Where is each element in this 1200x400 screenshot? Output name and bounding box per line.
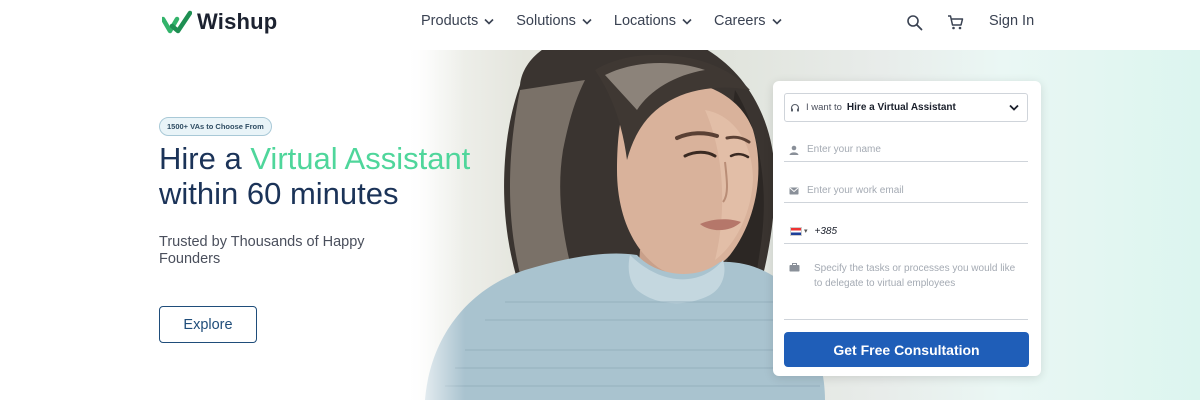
- hero-subtext: Trusted by Thousands of Happy Founders: [159, 234, 365, 267]
- nav-products-label: Products: [421, 13, 479, 29]
- mail-icon: [789, 187, 799, 194]
- headline-suffix: within 60 minutes: [159, 176, 399, 211]
- name-field[interactable]: Enter your name: [784, 138, 1028, 162]
- want-to-select[interactable]: I want to Hire a Virtual Assistant: [784, 93, 1028, 122]
- wishup-logo-icon: [162, 10, 192, 34]
- main-nav: Products Solutions Locations Careers: [421, 13, 782, 29]
- email-placeholder: Enter your work email: [807, 185, 904, 196]
- user-icon: [789, 145, 799, 155]
- explore-button[interactable]: Explore: [159, 306, 257, 343]
- brand-logo[interactable]: Wishup: [162, 9, 277, 35]
- task-placeholder: Specify the tasks or processes you would…: [814, 263, 1016, 289]
- sign-in-link[interactable]: Sign In: [989, 13, 1034, 29]
- page: Wishup Products Solutions Locations Care…: [0, 0, 1200, 400]
- want-to-label: I want to: [806, 102, 842, 113]
- headline-accent: Virtual Assistant: [250, 141, 471, 176]
- nav-careers[interactable]: Careers: [714, 13, 782, 29]
- get-free-consultation-button[interactable]: Get Free Consultation: [784, 332, 1029, 367]
- briefcase-icon: [789, 263, 800, 272]
- va-count-badge: 1500+ VAs to Choose From: [159, 117, 272, 136]
- name-placeholder: Enter your name: [807, 144, 881, 155]
- chevron-down-icon: [582, 18, 592, 25]
- nav-locations[interactable]: Locations: [614, 13, 692, 29]
- headline-prefix: Hire a: [159, 141, 251, 176]
- want-to-value: Hire a Virtual Assistant: [846, 102, 956, 113]
- chevron-down-icon: [682, 18, 692, 25]
- cart-icon[interactable]: [947, 14, 964, 31]
- nav-locations-label: Locations: [613, 13, 676, 29]
- hero-headline: Hire a Virtual Assistant within 60 minut…: [159, 141, 509, 211]
- nav-products[interactable]: Products: [421, 13, 494, 29]
- task-field[interactable]: Specify the tasks or processes you would…: [784, 261, 1028, 320]
- nav-careers-label: Careers: [713, 13, 766, 29]
- brand-name: Wishup: [197, 9, 278, 34]
- headset-icon: [790, 103, 800, 111]
- photo-fade: [405, 50, 465, 400]
- phone-country-code: +385: [814, 225, 838, 237]
- email-field[interactable]: Enter your work email: [784, 179, 1028, 203]
- chevron-down-icon: [1009, 104, 1019, 111]
- consultation-form: I want to Hire a Virtual Assistant Enter…: [773, 81, 1041, 376]
- phone-field[interactable]: ▾ +385: [784, 219, 1028, 244]
- search-icon[interactable]: [906, 14, 923, 31]
- croatia-flag-icon[interactable]: [790, 226, 802, 236]
- chevron-down-icon: [771, 18, 782, 25]
- nav-solutions-label: Solutions: [516, 13, 576, 29]
- chevron-down-icon: [484, 18, 494, 25]
- nav-solutions[interactable]: Solutions: [516, 13, 592, 29]
- caret-down-icon[interactable]: ▾: [804, 227, 808, 235]
- site-header: Wishup Products Solutions Locations Care…: [0, 0, 1200, 50]
